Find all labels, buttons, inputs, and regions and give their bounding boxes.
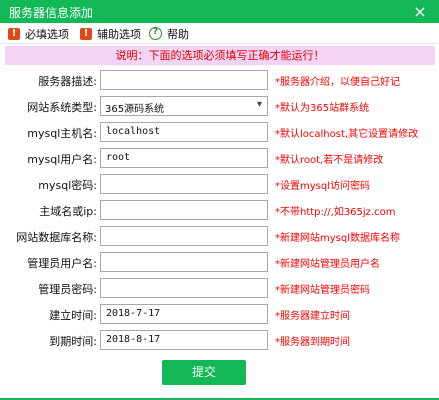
mysql-host-input[interactable]: localhost (100, 122, 268, 142)
mysql-user-input[interactable]: root (100, 148, 268, 168)
exclamation-icon: ! (8, 27, 20, 40)
field-hint: *默认localhost,其它设置请修改 (275, 129, 419, 140)
site-system-type-select[interactable]: 365源码系统 ▾ (100, 96, 268, 116)
menu-bar: ! 必填选项 ! 辅助选项 ? 帮助 (0, 23, 439, 44)
menu-auxiliary-options[interactable]: ! 辅助选项 (80, 25, 141, 42)
field-label: mysql密码: (38, 179, 97, 192)
form-row-create-date: 建立时间: 2018-7-17 *服务器建立时间 (0, 304, 439, 324)
field-hint: *服务器介绍，以便自己好记 (275, 77, 400, 88)
menu-label: 帮助 (167, 27, 189, 41)
submit-button[interactable]: 提交 (162, 360, 246, 385)
database-name-input[interactable] (100, 226, 268, 246)
mysql-password-input[interactable] (100, 174, 268, 194)
field-hint: *默认为365站群系统 (275, 103, 370, 114)
menu-required-options[interactable]: ! 必填选项 (8, 25, 69, 42)
form-row-site-system-type: 网站系统类型: 365源码系统 ▾ *默认为365站群系统 (0, 96, 439, 116)
field-hint: *不带http://,如365jz.com (275, 207, 396, 218)
field-label: 网站数据库名称: (16, 231, 97, 244)
server-description-input[interactable] (100, 70, 268, 90)
chevron-down-icon: ▾ (256, 99, 262, 110)
form-row-mysql-user: mysql用户名: root *默认root,若不是请修改 (0, 148, 439, 168)
field-label: 网站系统类型: (27, 101, 97, 114)
form-row-server-description: 服务器描述: *服务器介绍，以便自己好记 (0, 70, 439, 90)
domain-input[interactable] (100, 200, 268, 220)
exclamation-icon: ! (80, 27, 92, 40)
help-icon: ? (149, 27, 162, 40)
form-row-expire-date: 到期时间: 2018-8-17 *服务器到期时间 (0, 330, 439, 350)
field-label: 管理员用户名: (27, 257, 97, 270)
field-hint: *服务器到期时间 (275, 337, 350, 348)
close-icon[interactable]: × (409, 0, 431, 23)
title-bar: 服务器信息添加 × (0, 0, 439, 23)
form-row-admin-user: 管理员用户名: *新建网站管理员用户名 (0, 252, 439, 272)
admin-password-input[interactable] (100, 278, 268, 298)
form-row-database-name: 网站数据库名称: *新建网站mysql数据库名称 (0, 226, 439, 246)
form-row-admin-password: 管理员密码: *新建网站管理员密码 (0, 278, 439, 298)
field-hint: *新建网站管理员用户名 (275, 259, 380, 270)
field-label: 到期时间: (49, 335, 97, 348)
field-label: mysql主机名: (27, 127, 97, 140)
field-label: mysql用户名: (27, 153, 97, 166)
field-label: 服务器描述: (38, 75, 97, 88)
field-label: 管理员密码: (38, 283, 97, 296)
form-row-mysql-password: mysql密码: *设置mysql访问密码 (0, 174, 439, 194)
field-hint: *新建网站mysql数据库名称 (275, 233, 400, 244)
field-hint: *设置mysql访问密码 (275, 181, 370, 192)
field-hint: *新建网站管理员密码 (275, 285, 370, 296)
menu-help[interactable]: ? 帮助 (149, 25, 189, 42)
field-label: 主域名或ip: (39, 205, 97, 218)
create-date-input[interactable]: 2018-7-17 (100, 304, 268, 324)
field-hint: *服务器建立时间 (275, 311, 350, 322)
window-title: 服务器信息添加 (9, 6, 94, 20)
expire-date-input[interactable]: 2018-8-17 (100, 330, 268, 350)
menu-label: 辅助选项 (97, 27, 141, 41)
selected-value: 365源码系统 (105, 104, 165, 115)
notice-banner: 说明：下面的选项必须填写正确才能运行！ (5, 46, 435, 65)
field-label: 建立时间: (49, 309, 97, 322)
field-hint: *默认root,若不是请修改 (275, 155, 384, 166)
menu-label: 必填选项 (25, 27, 69, 41)
admin-user-input[interactable] (100, 252, 268, 272)
form-row-domain: 主域名或ip: *不带http://,如365jz.com (0, 200, 439, 220)
form-row-mysql-host: mysql主机名: localhost *默认localhost,其它设置请修改 (0, 122, 439, 142)
